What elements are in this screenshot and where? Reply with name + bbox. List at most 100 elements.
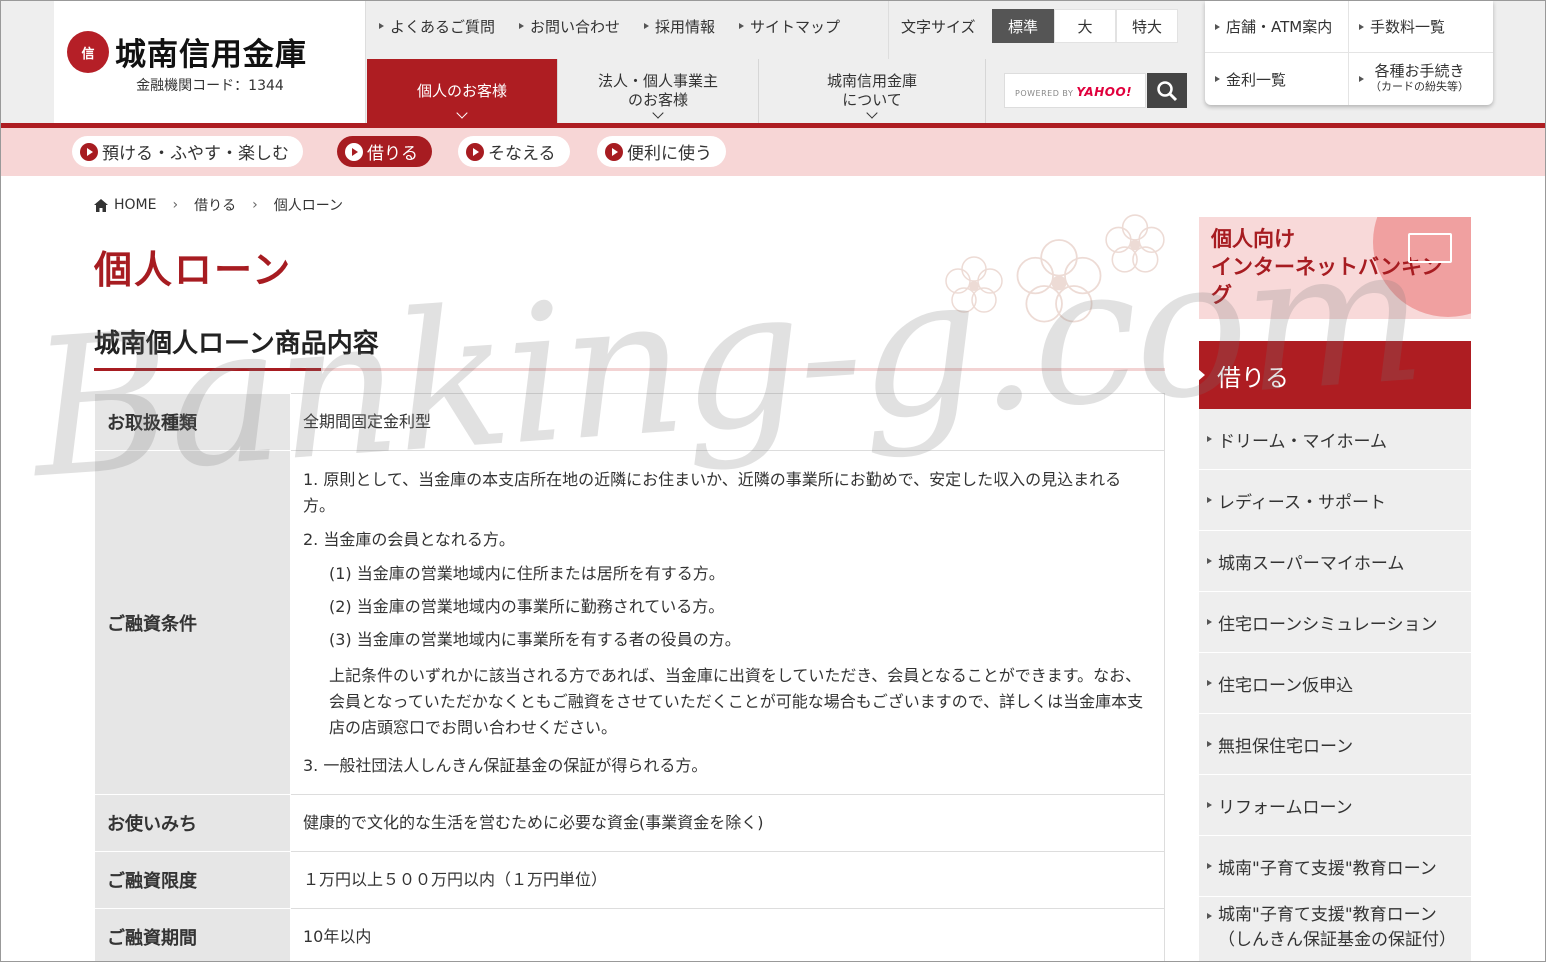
breadcrumb-borrow[interactable]: 借りる xyxy=(194,195,236,215)
arrow-right-icon xyxy=(379,23,384,29)
fees-link[interactable]: 手数料一覧 xyxy=(1349,1,1493,53)
quick-links-panel: 店舗・ATM案内 手数料一覧 金利一覧 各種お手続き （カードの紛失等） xyxy=(1205,1,1493,105)
bank-code: 金融機関コード：1344 xyxy=(136,78,284,94)
sidebar-item-label: リフォームローン xyxy=(1218,797,1353,818)
breadcrumb-home[interactable]: HOME xyxy=(114,197,156,213)
computer-icon xyxy=(1408,233,1452,263)
fees-label: 手数料一覧 xyxy=(1370,18,1446,36)
bank-name[interactable]: 城南信用金庫 xyxy=(115,29,307,74)
subnav-convenient[interactable]: 便利に使う xyxy=(597,136,726,167)
sidebar-item-label: 城南スーパーマイホーム xyxy=(1218,553,1405,574)
row-value: 健康的で文化的な生活を営むために必要な資金(事業資金を除く) xyxy=(290,794,1165,852)
arrow-right-icon xyxy=(1359,76,1364,82)
breadcrumb-current: 個人ローン xyxy=(273,198,344,214)
browser-viewport: 信 城南信用金庫 金融機関コード：1344 よくあるご質問 お問い合わせ 採用情… xyxy=(0,0,1546,962)
nav-personal[interactable]: 個人のお客様 xyxy=(367,59,558,123)
recruit-link[interactable]: 採用情報 xyxy=(632,16,727,37)
loan-details-table: お取扱種類 全期間固定金利型 ご融資条件 1. 原則として、当金庫の本支店所在地… xyxy=(94,393,1165,961)
row-label: ご融資限度 xyxy=(94,851,291,909)
arrow-right-icon xyxy=(1207,802,1212,808)
yahoo-logo: YAHOO! xyxy=(1076,85,1133,99)
sidebar-item-label: ドリーム・マイホーム xyxy=(1218,431,1387,452)
play-icon xyxy=(345,142,363,161)
table-row: ご融資期間 10年以内 xyxy=(94,908,1165,961)
sidebar-item-education-loan-guaranteed[interactable]: 城南"子育て支援"教育ローン（しんきん保証基金の保証付） xyxy=(1199,897,1471,961)
arrow-right-icon xyxy=(1215,23,1220,30)
main-nav: 個人のお客様 法人・個人事業主 のお客様 城南信用金庫 について xyxy=(367,59,986,123)
condition-2: 2. 当金庫の会員となれる方。 xyxy=(303,529,515,549)
arrow-right-icon xyxy=(519,23,525,29)
sidebar-item-unsecured-loan[interactable]: 無担保住宅ローン xyxy=(1199,714,1471,775)
nav-business[interactable]: 法人・個人事業主 のお客様 xyxy=(558,59,759,123)
sidebar-item-ladies-support[interactable]: レディース・サポート xyxy=(1199,470,1471,531)
home-icon xyxy=(94,198,108,212)
play-icon xyxy=(466,142,484,161)
condition-1: 1. 原則として、当金庫の本支店所在地の近隣にお住まいか、近隣の事業所にお勤めで… xyxy=(303,469,1122,515)
section-title: 城南個人ローン商品内容 xyxy=(94,329,379,359)
sidebar-item-label: レディース・サポート xyxy=(1218,492,1386,513)
search-input[interactable]: POWERED BY YAHOO! xyxy=(1004,73,1146,108)
sidebar-item-label: 城南"子育て支援"教育ローン（しんきん保証基金の保証付） xyxy=(1218,905,1456,950)
chevron-right-icon: › xyxy=(252,197,258,213)
faq-link[interactable]: よくあるご質問 xyxy=(367,16,507,37)
arrow-right-icon xyxy=(1359,23,1364,30)
nav-about[interactable]: 城南信用金庫 について xyxy=(759,59,986,123)
font-size-xlarge-button[interactable]: 特大 xyxy=(1116,9,1178,43)
condition-2-3: (3) 当金庫の営業地域内に事業所を有する者の役員の方。 xyxy=(329,629,741,649)
contact-link[interactable]: お問い合わせ xyxy=(507,16,632,37)
search-powered-by: POWERED BY YAHOO! xyxy=(1015,85,1133,99)
sidebar-item-dream-myhome[interactable]: ドリーム・マイホーム xyxy=(1199,409,1471,470)
sidebar-item-education-loan[interactable]: 城南"子育て支援"教育ローン xyxy=(1199,836,1471,897)
plum-blossom-icon xyxy=(945,256,1003,313)
category-nav: 預ける・ふやす・楽しむ 借りる そなえる 便利に使う xyxy=(1,128,1545,176)
procedures-sub-label: （カードの紛失等） xyxy=(1370,80,1469,93)
subnav-borrow-label: 借りる xyxy=(367,144,418,164)
bank-logo-icon[interactable]: 信 xyxy=(67,31,109,73)
nav-about-label: 城南信用金庫 について xyxy=(826,72,917,109)
table-row: ご融資条件 1. 原則として、当金庫の本支店所在地の近隣にお住まいか、近隣の事業… xyxy=(94,450,1165,795)
condition-3: 3. 一般社団法人しんきん保証基金の保証が得られる方。 xyxy=(303,755,708,775)
sidebar-item-loan-preapply[interactable]: 住宅ローン仮申込 xyxy=(1199,653,1471,714)
sitemap-link-label: サイトマップ xyxy=(750,17,841,36)
play-icon xyxy=(80,142,98,161)
plum-blossom-icon xyxy=(1105,214,1165,273)
arrow-right-icon xyxy=(1207,436,1212,442)
arrow-right-icon xyxy=(1215,76,1220,82)
sidebar-heading: 借りる xyxy=(1198,341,1471,409)
arrow-right-icon xyxy=(1207,741,1212,747)
row-value: １万円以上５００万円以内（１万円単位） xyxy=(290,851,1165,909)
sidebar-item-label: 住宅ローン仮申込 xyxy=(1218,675,1354,696)
rates-link[interactable]: 金利一覧 xyxy=(1205,53,1349,105)
sidebar-item-loan-simulation[interactable]: 住宅ローンシミュレーション xyxy=(1199,592,1471,653)
procedures-link[interactable]: 各種お手続き （カードの紛失等） xyxy=(1349,53,1493,105)
row-label: ご融資期間 xyxy=(94,908,291,961)
chevron-down-icon xyxy=(456,107,468,119)
play-icon xyxy=(605,142,623,161)
font-size-standard-button[interactable]: 標準 xyxy=(992,9,1054,43)
sidebar-item-super-myhome[interactable]: 城南スーパーマイホーム xyxy=(1199,531,1471,592)
arrow-right-icon xyxy=(1207,558,1212,564)
row-value: 全期間固定金利型 xyxy=(290,393,1165,451)
table-row: お取扱種類 全期間固定金利型 xyxy=(94,393,1165,451)
subnav-deposit-label: 預ける・ふやす・楽しむ xyxy=(102,144,289,164)
branch-atm-link[interactable]: 店舗・ATM案内 xyxy=(1205,1,1349,53)
procedures-label: 各種お手続き xyxy=(1374,62,1465,80)
font-size-large-button[interactable]: 大 xyxy=(1054,9,1116,43)
arrow-right-icon xyxy=(644,23,650,29)
contact-link-label: お問い合わせ xyxy=(530,17,621,36)
sitemap-link[interactable]: サイトマップ xyxy=(727,16,852,37)
row-label: お取扱種類 xyxy=(94,393,291,451)
condition-2-2: (2) 当金庫の営業地域内の事業所に勤務されている方。 xyxy=(329,596,725,616)
arrow-right-icon xyxy=(1207,863,1212,869)
rates-label: 金利一覧 xyxy=(1226,70,1287,89)
font-size-switcher: 文字サイズ 標準 大 特大 xyxy=(888,1,1200,59)
font-size-label: 文字サイズ xyxy=(901,18,976,36)
nav-personal-label: 個人のお客様 xyxy=(416,81,507,100)
row-value: 10年以内 xyxy=(290,908,1165,961)
search-button[interactable] xyxy=(1147,73,1187,108)
sidebar-item-reform-loan[interactable]: リフォームローン xyxy=(1199,775,1471,836)
subnav-prepare[interactable]: そなえる xyxy=(458,136,570,167)
subnav-deposit[interactable]: 預ける・ふやす・楽しむ xyxy=(72,136,303,167)
sidebar-item-label: 無担保住宅ローン xyxy=(1218,736,1354,757)
subnav-borrow[interactable]: 借りる xyxy=(337,136,432,167)
